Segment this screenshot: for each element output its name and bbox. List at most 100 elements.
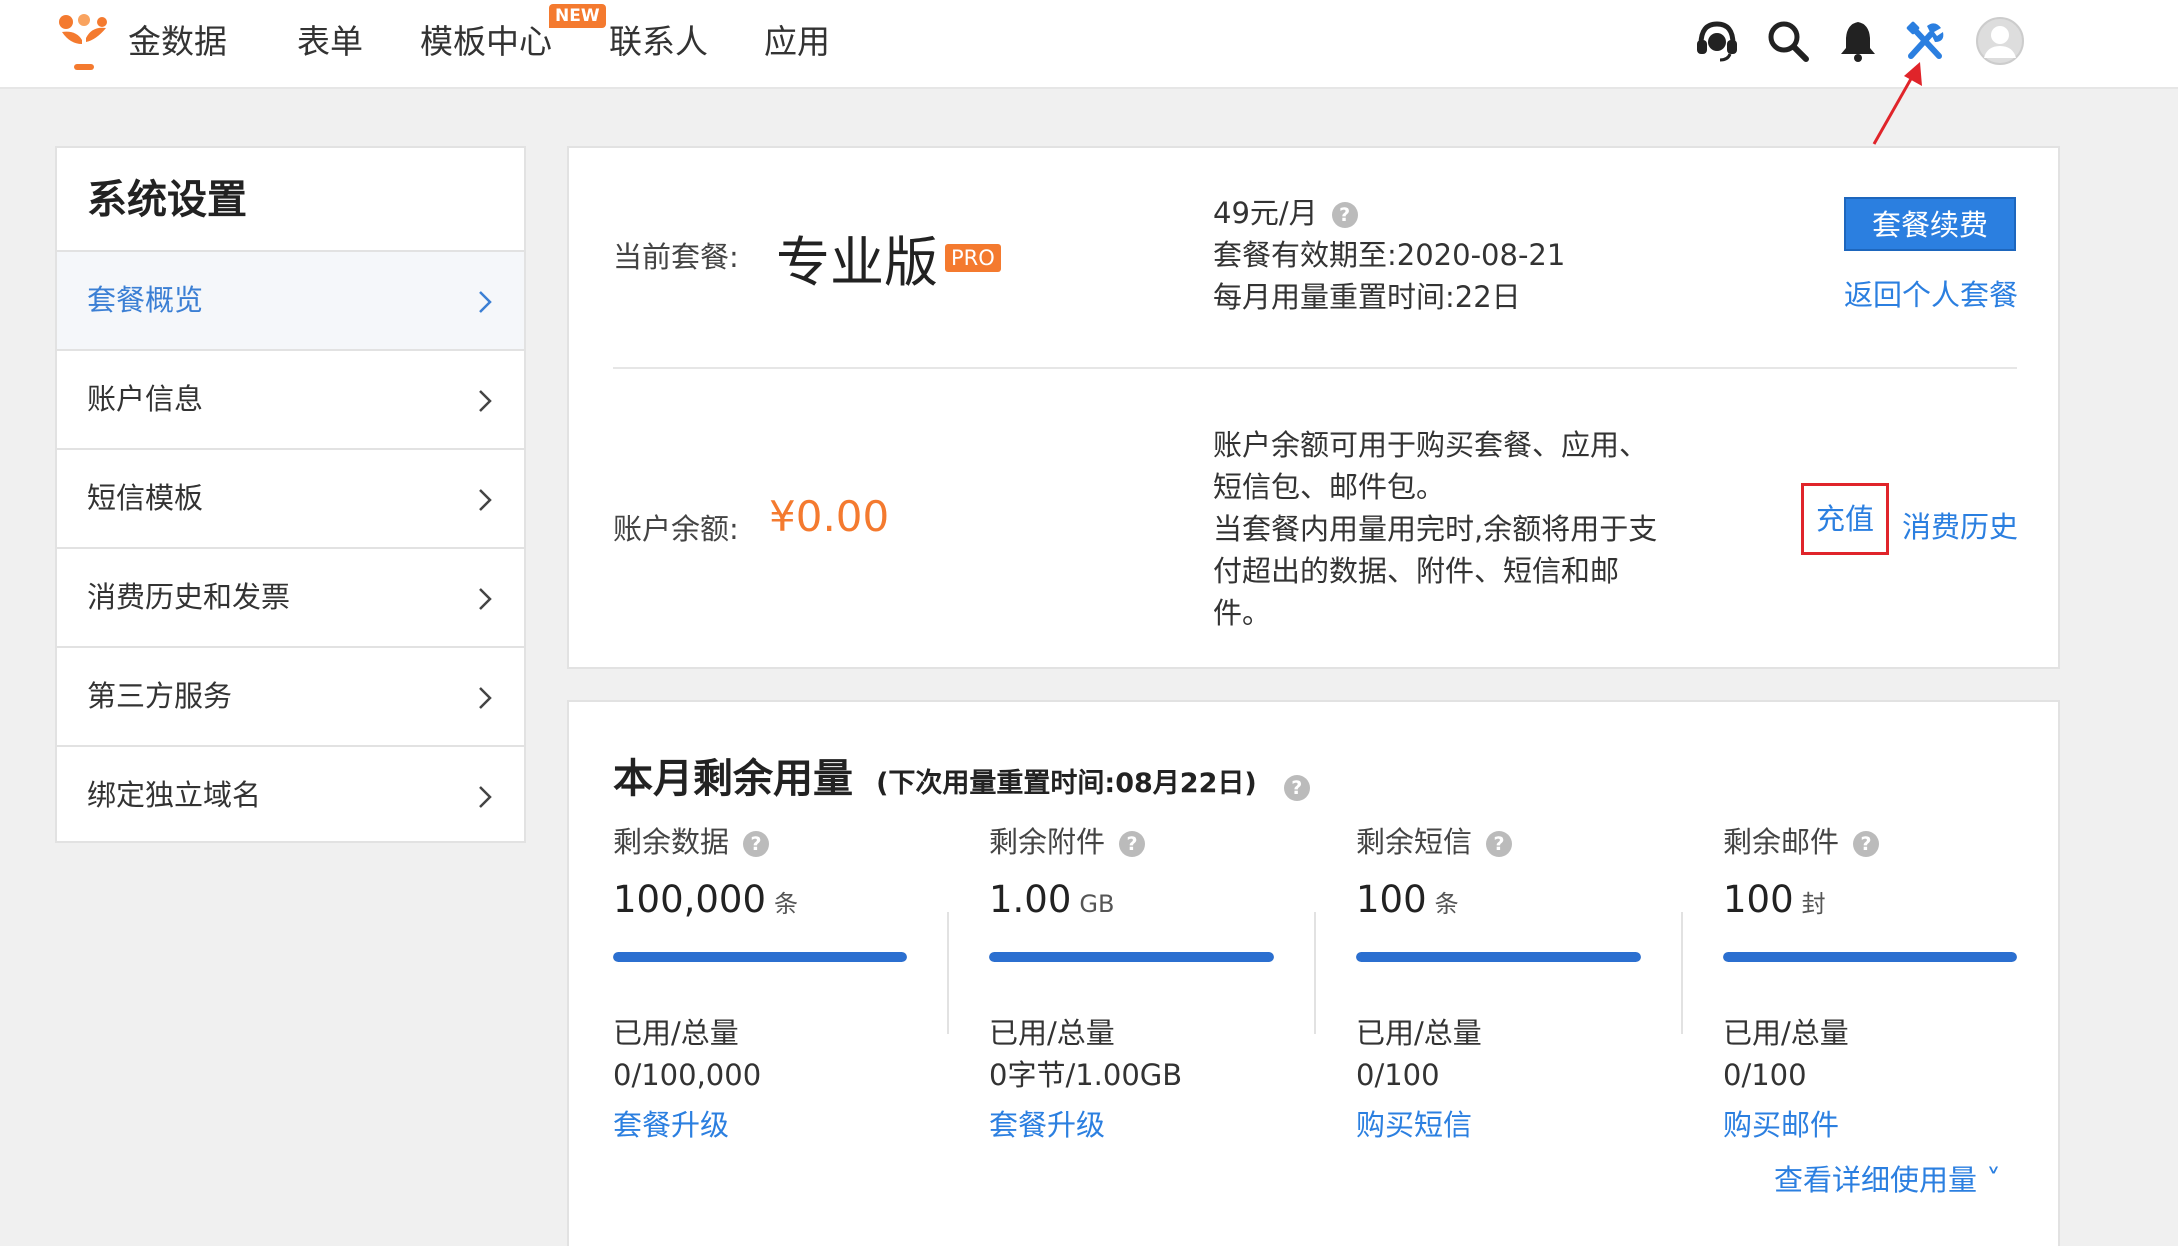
column-divider [947,912,949,1034]
usage-value-unit: 封 [1801,890,1826,918]
avatar[interactable] [1975,16,2025,66]
sidebar-item-label: 短信模板 [87,481,204,515]
plan-expiry: 套餐有效期至:2020-08-21 [1213,238,1566,272]
sidebar-item-plan-overview[interactable]: 套餐概览 [57,252,524,351]
usage-value-number: 100,000 [613,878,767,921]
usage-value: 100 条 [1356,878,1459,921]
sidebar-item-sms-template[interactable]: 短信模板 [57,450,524,549]
usage-head-text: 剩余数据 [613,825,730,859]
usage-column-attachments: 剩余附件? 1.00 GB 已用/总量 0字节/1.00GB 套餐升级 [989,822,1274,1142]
plan-name: 专业版 [776,231,938,294]
usage-head-text: 剩余邮件 [1723,825,1840,859]
chevron-right-icon [479,390,492,412]
column-divider [1681,912,1683,1034]
usage-progress-bar [989,952,1274,962]
usage-column-data: 剩余数据? 100,000 条 已用/总量 0/100,000 套餐升级 [613,822,907,1142]
used-total-value: 0/100 [1356,1058,1440,1092]
usage-value-number: 100 [1723,878,1794,921]
sidebar-item-label: 第三方服务 [87,679,233,713]
usage-progress-fill [989,952,1274,962]
buy-email-link[interactable]: 购买邮件 [1723,1102,1839,1144]
usage-column-head: 剩余附件? [989,822,1274,862]
usage-value-unit: GB [1079,890,1115,918]
divider [613,367,2017,369]
sidebar-item-label: 账户信息 [87,382,204,416]
brand-name[interactable]: 金数据 [128,18,227,66]
usage-value: 100 封 [1723,878,1826,921]
help-icon[interactable]: ? [1283,774,1310,801]
chevron-right-icon [479,489,492,511]
usage-subtitle: (下次用量重置时间:08月22日) [876,768,1257,799]
usage-column-head: 剩余短信? [1356,822,1641,862]
usage-value-unit: 条 [1434,890,1459,918]
usage-progress-bar [613,952,907,962]
usage-title: 本月剩余用量 [613,756,853,802]
used-total-value: 0字节/1.00GB [989,1058,1183,1092]
nav-forms[interactable]: 表单 [297,18,363,66]
recharge-button[interactable]: 充值 [1801,483,1889,555]
help-icon[interactable]: ? [1486,831,1513,857]
help-icon[interactable]: ? [1119,831,1146,857]
help-icon[interactable]: ? [1853,831,1880,857]
used-total-value: 0/100 [1723,1058,1807,1092]
used-total-label: 已用/总量 [1356,1016,1482,1050]
plan-reset-time: 每月用量重置时间:22日 [1213,280,1521,314]
usage-progress-fill [1723,952,2017,962]
plan-card: 当前套餐: 专业版 PRO 49元/月? 套餐有效期至:2020-08-21 每… [567,146,2060,669]
used-total-label: 已用/总量 [613,1016,739,1050]
balance-desc-line1: 账户余额可用于购买套餐、应用、短信包、邮件包。 [1213,428,1649,504]
usage-column-sms: 剩余短信? 100 条 已用/总量 0/100 购买短信 [1356,822,1641,1142]
upgrade-plan-link[interactable]: 套餐升级 [613,1102,729,1144]
sidebar-item-account-info[interactable]: 账户信息 [57,351,524,450]
usage-progress-fill [613,952,907,962]
balance-description: 账户余额可用于购买套餐、应用、短信包、邮件包。 当套餐内用量用完时,余额将用于支… [1213,424,1663,634]
top-navbar: 金数据 表单 模板中心 NEW 联系人 应用 [0,0,2178,89]
current-plan-label: 当前套餐: [613,240,739,274]
sidebar-item-billing-history[interactable]: 消费历史和发票 [57,549,524,648]
chevron-right-icon [479,786,492,808]
settings-sidebar: 系统设置 套餐概览 账户信息 短信模板 消费历史和发票 第三方服务 绑定独立域名 [55,146,526,843]
sidebar-title: 系统设置 [57,148,524,252]
new-badge: NEW [549,4,606,28]
upgrade-plan-link[interactable]: 套餐升级 [989,1102,1105,1144]
back-to-personal-plan-link[interactable]: 返回个人套餐 [1844,272,2018,314]
usage-column-head: 剩余数据? [613,822,907,862]
balance-amount: ¥0.00 [769,492,890,541]
used-total-value: 0/100,000 [613,1058,762,1092]
usage-column-head: 剩余邮件? [1723,822,2017,862]
pro-badge: PRO [945,244,1001,272]
logo-icon[interactable] [52,10,116,74]
sidebar-item-label: 消费历史和发票 [87,580,291,614]
renew-plan-button[interactable]: 套餐续费 [1844,197,2016,251]
help-icon[interactable]: ? [743,831,770,857]
search-icon[interactable] [1763,16,1813,66]
nav-template-center[interactable]: 模板中心 [420,18,552,66]
view-detailed-usage-link[interactable]: 查看详细使用量 ˅ [1774,1157,2001,1199]
usage-value-number: 1.00 [989,878,1072,921]
sidebar-item-third-party[interactable]: 第三方服务 [57,648,524,747]
help-icon[interactable]: ? [1331,202,1358,228]
balance-label: 账户余额: [613,512,739,546]
buy-sms-link[interactable]: 购买短信 [1356,1102,1472,1144]
usage-value: 100,000 条 [613,878,798,921]
sidebar-item-custom-domain[interactable]: 绑定独立域名 [57,747,524,846]
usage-column-email: 剩余邮件? 100 封 已用/总量 0/100 购买邮件 [1723,822,2017,1142]
sidebar-item-label: 套餐概览 [87,283,204,317]
plan-price: 49元/月? [1213,192,1358,234]
used-total-label: 已用/总量 [989,1016,1115,1050]
plan-price-text: 49元/月 [1213,196,1318,230]
used-total-label: 已用/总量 [1723,1016,1849,1050]
usage-value-unit: 条 [774,890,799,918]
chevron-right-icon [479,291,492,313]
usage-progress-bar [1356,952,1641,962]
usage-value: 1.00 GB [989,878,1114,921]
consumption-history-link[interactable]: 消费历史 [1902,504,2018,546]
balance-desc-line2: 当套餐内用量用完时,余额将用于支付超出的数据、附件、短信和邮件。 [1213,512,1658,630]
nav-contacts[interactable]: 联系人 [609,18,708,66]
usage-head-text: 剩余附件 [989,825,1106,859]
column-divider [1314,912,1316,1034]
nav-apps[interactable]: 应用 [764,18,830,66]
headset-icon[interactable] [1692,16,1742,66]
usage-progress-bar [1723,952,2017,962]
chevron-right-icon [479,687,492,709]
